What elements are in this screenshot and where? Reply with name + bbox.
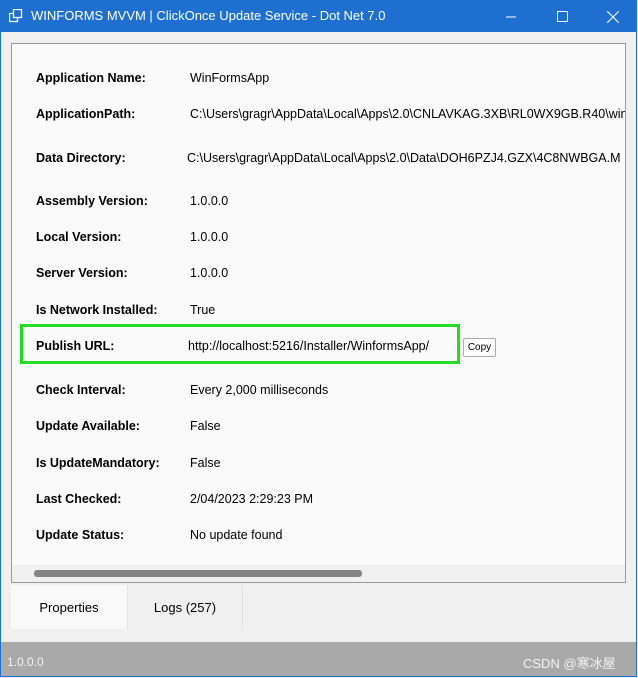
property-label: Check Interval: bbox=[36, 383, 126, 397]
status-version: 1.0.0.0 bbox=[7, 655, 44, 669]
tab-properties[interactable]: Properties bbox=[11, 585, 127, 629]
property-row-application-name: Application Name: WinFormsApp bbox=[12, 68, 625, 90]
property-row-server-version: Server Version: 1.0.0.0 bbox=[12, 263, 625, 285]
property-label: Publish URL: bbox=[36, 339, 115, 353]
maximize-icon bbox=[556, 11, 568, 22]
property-label: Data Directory: bbox=[36, 151, 126, 165]
property-label: Assembly Version: bbox=[36, 194, 148, 208]
copy-button[interactable]: Copy bbox=[463, 338, 496, 357]
property-label: Local Version: bbox=[36, 230, 122, 244]
property-value: C:\Users\gragr\AppData\Local\Apps\2.0\Da… bbox=[187, 151, 621, 165]
tab-strip: Properties Logs (257) bbox=[11, 585, 626, 629]
property-row-publish-url: Publish URL: http://localhost:5216/Insta… bbox=[12, 336, 625, 358]
tab-logs[interactable]: Logs (257) bbox=[127, 585, 243, 629]
property-value: 1.0.0.0 bbox=[190, 266, 229, 280]
property-value: 2/04/2023 2:29:23 PM bbox=[190, 492, 314, 506]
close-button[interactable] bbox=[590, 1, 636, 32]
close-icon bbox=[607, 10, 619, 23]
app-window: WINFORMS MVVM | ClickOnce Update Service… bbox=[0, 0, 637, 677]
property-label: Update Available: bbox=[36, 419, 140, 433]
property-row-update-available: Update Available: False bbox=[12, 416, 625, 438]
status-bar: 1.0.0.0 CSDN @寒冰屋 bbox=[1, 642, 636, 676]
maximize-button[interactable] bbox=[539, 1, 585, 32]
property-value: No update found bbox=[190, 528, 283, 542]
property-value: Every 2,000 milliseconds bbox=[190, 383, 329, 397]
property-row-is-update-mandatory: Is UpdateMandatory: False bbox=[12, 453, 625, 475]
property-row-last-checked: Last Checked: 2/04/2023 2:29:23 PM bbox=[12, 489, 625, 511]
publish-url-value: http://localhost:5216/Installer/Winforms… bbox=[188, 339, 430, 353]
property-row-check-interval: Check Interval: Every 2,000 milliseconds bbox=[12, 380, 625, 402]
property-row-assembly-version: Assembly Version: 1.0.0.0 bbox=[12, 191, 625, 213]
property-label: Last Checked: bbox=[36, 492, 122, 506]
window-title: WINFORMS MVVM | ClickOnce Update Service… bbox=[31, 8, 386, 23]
horizontal-scrollbar[interactable] bbox=[12, 565, 625, 582]
property-value: False bbox=[190, 456, 221, 470]
window-icon bbox=[9, 9, 23, 23]
property-label: ApplicationPath: bbox=[36, 107, 136, 121]
property-row-is-network-installed: Is Network Installed: True bbox=[12, 300, 625, 322]
property-label: Server Version: bbox=[36, 266, 128, 280]
property-value: True bbox=[190, 303, 216, 317]
property-row-data-directory: Data Directory: C:\Users\gragr\AppData\L… bbox=[12, 148, 625, 170]
property-value: C:\Users\gragr\AppData\Local\Apps\2.0\CN… bbox=[190, 107, 626, 121]
property-row-local-version: Local Version: 1.0.0.0 bbox=[12, 227, 625, 249]
scrollbar-thumb[interactable] bbox=[34, 570, 362, 577]
property-value: False bbox=[190, 419, 221, 433]
property-value: 1.0.0.0 bbox=[190, 230, 229, 244]
minimize-button[interactable] bbox=[488, 1, 534, 32]
minimize-icon bbox=[506, 16, 516, 17]
title-bar[interactable]: WINFORMS MVVM | ClickOnce Update Service… bbox=[1, 1, 636, 32]
property-label: Update Status: bbox=[36, 528, 125, 542]
watermark: CSDN @寒冰屋 bbox=[523, 656, 616, 671]
property-row-update-status: Update Status: No update found bbox=[12, 525, 625, 547]
property-value: 1.0.0.0 bbox=[190, 194, 229, 208]
property-label: Application Name: bbox=[36, 71, 146, 85]
properties-panel: Application Name: WinFormsApp Applicatio… bbox=[11, 43, 626, 583]
property-row-application-path: ApplicationPath: C:\Users\gragr\AppData\… bbox=[12, 104, 626, 126]
property-value: WinFormsApp bbox=[190, 71, 270, 85]
property-label: Is Network Installed: bbox=[36, 303, 158, 317]
property-label: Is UpdateMandatory: bbox=[36, 456, 160, 470]
